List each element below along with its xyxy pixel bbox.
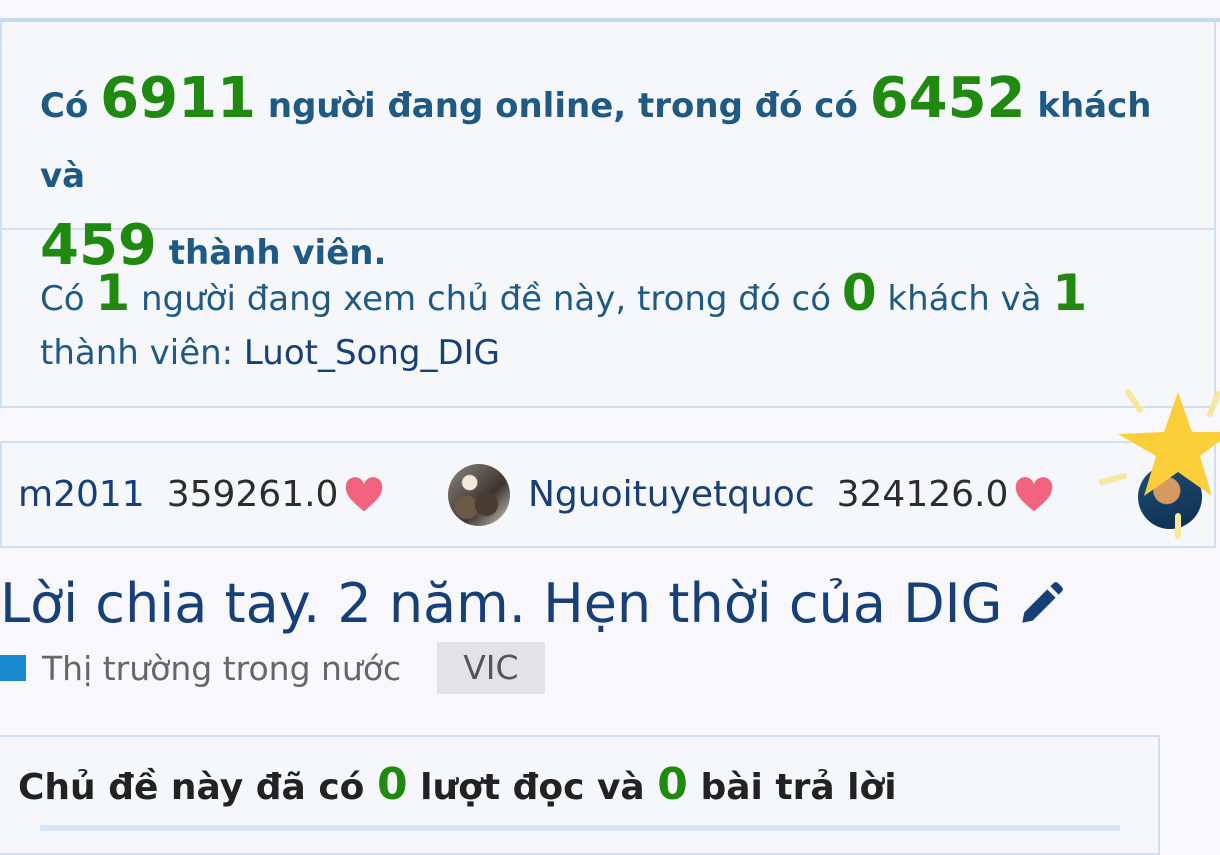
leaderboard-user-name[interactable]: Nguoituyetquoc — [528, 474, 815, 515]
viewing-guests-text: khách và — [887, 279, 1042, 319]
thread-meta: Thị trường trong nước VIC — [0, 642, 545, 694]
info-prefix: Chủ đề này đã có — [18, 767, 365, 808]
online-guest-count: 6452 — [869, 66, 1026, 131]
category-color-square — [0, 655, 26, 681]
viewing-total-count: 1 — [95, 264, 131, 322]
view-count: 0 — [376, 759, 408, 810]
viewing-stats-text: Có 1 người đang xem chủ đề này, trong đó… — [2, 230, 1214, 408]
leaderboard-user-name[interactable]: m2011 — [18, 474, 145, 515]
heart-icon — [1016, 476, 1053, 511]
online-total-count: 6911 — [100, 66, 257, 131]
viewing-guest-count: 0 — [841, 264, 877, 322]
thread-info-text: Chủ đề này đã có 0 lượt đọc và 0 bài trả… — [18, 757, 897, 816]
views-text: lượt đọc và — [420, 767, 645, 808]
thread-info-box: Chủ đề này đã có 0 lượt đọc và 0 bài trả… — [0, 735, 1160, 855]
viewing-members-text: thành viên: — [40, 333, 234, 373]
viewing-member-link[interactable]: Luot_Song_DIG — [244, 333, 500, 373]
online-stats-box: Có 6911 người đang online, trong đó có 6… — [0, 22, 1216, 408]
pencil-icon[interactable] — [1016, 579, 1066, 629]
category-link[interactable]: Thị trường trong nước — [42, 649, 401, 688]
avatar[interactable] — [448, 463, 510, 526]
thread-title: Lời chia tay. 2 năm. Hẹn thời của DIG — [0, 572, 1066, 635]
viewing-mid-text: người đang xem chủ đề này, trong đó có — [140, 279, 831, 319]
reply-count: 0 — [657, 759, 688, 810]
online-prefix: Có — [40, 86, 89, 126]
leaderboard-score: 359261.0 — [166, 474, 339, 515]
viewing-member-count: 1 — [1052, 264, 1088, 322]
online-stats-text: Có 6911 người đang online, trong đó có 6… — [2, 22, 1214, 278]
replies-text: bài trả lời — [700, 767, 897, 808]
thread-title-text: Lời chia tay. 2 năm. Hẹn thời của DIG — [0, 572, 1003, 635]
heart-icon — [346, 476, 383, 511]
leaderboard-item[interactable]: m2011 359261.0 — [18, 443, 384, 546]
divider — [40, 825, 1120, 831]
tag-badge[interactable]: VIC — [437, 642, 545, 694]
viewing-prefix: Có — [40, 279, 85, 319]
leaderboard-strip: m2011 359261.0 Nguoituyetquoc 324126.0 — [0, 441, 1216, 548]
leaderboard-item[interactable]: Nguoituyetquoc 324126.0 — [448, 443, 1054, 546]
online-mid-text: người đang online, trong đó có — [267, 86, 858, 126]
star-icon — [1099, 389, 1220, 539]
leaderboard-score: 324126.0 — [836, 474, 1009, 515]
